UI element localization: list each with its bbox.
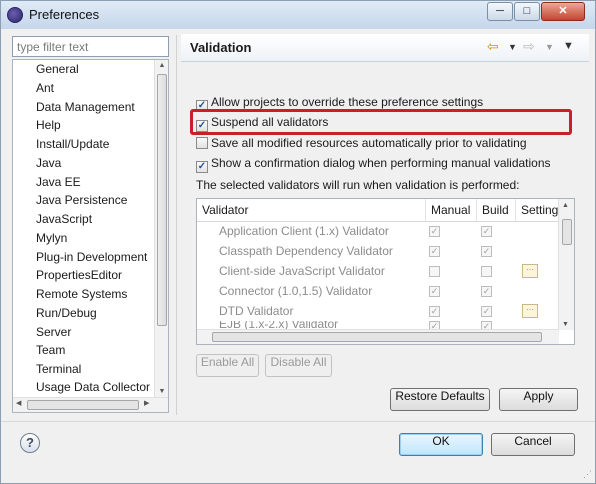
tree-item-data-management[interactable]: Data Management: [36, 100, 135, 114]
tree-item-java[interactable]: Java: [36, 156, 61, 170]
column-header-settings[interactable]: Settings: [516, 199, 559, 221]
forward-arrow-icon[interactable]: ⇨: [523, 38, 535, 55]
build-checkbox[interactable]: ✓: [481, 226, 492, 237]
tree-item-terminal[interactable]: Terminal: [36, 362, 81, 376]
save-resources-label: Save all modified resources automaticall…: [211, 136, 527, 150]
cancel-button[interactable]: Cancel: [491, 433, 575, 456]
ok-button[interactable]: OK: [399, 433, 483, 456]
column-header-build[interactable]: Build: [477, 199, 516, 221]
settings-ellipsis-icon[interactable]: ···: [522, 304, 538, 318]
table-row[interactable]: Connector (1.0,1.5) Validator ✓ ✓: [197, 282, 559, 302]
manual-checkbox[interactable]: ✓: [429, 286, 440, 297]
manual-checkbox[interactable]: ✓: [429, 226, 440, 237]
build-checkbox[interactable]: ✓: [481, 286, 492, 297]
confirmation-dialog-checkbox[interactable]: ✓: [196, 161, 208, 173]
tree-item-team[interactable]: Team: [36, 343, 65, 357]
tree-item-mylyn[interactable]: Mylyn: [36, 231, 67, 245]
tree-item-server[interactable]: Server: [36, 325, 71, 339]
tree-item-plugin-development[interactable]: Plug-in Development: [36, 250, 147, 264]
tree-vertical-scroll-thumb[interactable]: [157, 74, 167, 326]
window-title: Preferences: [29, 7, 100, 22]
table-row[interactable]: Client-side JavaScript Validator ···: [197, 262, 559, 282]
column-header-validator[interactable]: Validator: [197, 199, 426, 221]
confirmation-dialog-option[interactable]: ✓ Show a confirmation dialog when perform…: [196, 156, 551, 173]
table-horizontal-scroll-thumb[interactable]: [212, 332, 542, 342]
tree-item-help[interactable]: Help: [36, 118, 61, 132]
back-arrow-icon[interactable]: ⇦: [487, 38, 499, 55]
view-menu-icon[interactable]: ▼: [563, 40, 574, 52]
table-vertical-scroll-thumb[interactable]: [562, 219, 572, 245]
manual-checkbox[interactable]: ✓: [429, 246, 440, 257]
selected-validators-note: The selected validators will run when va…: [196, 178, 520, 192]
scroll-up-arrow-icon[interactable]: ▲: [155, 62, 168, 69]
scroll-up-arrow-icon[interactable]: ▲: [562, 202, 569, 209]
tree-item-ant[interactable]: Ant: [36, 81, 54, 95]
build-checkbox[interactable]: ✓: [481, 246, 492, 257]
restore-defaults-button[interactable]: Restore Defaults: [390, 388, 490, 411]
settings-ellipsis-icon[interactable]: ···: [522, 264, 538, 278]
validator-name: Application Client (1.x) Validator: [219, 224, 389, 238]
tree-item-javascript[interactable]: JavaScript: [36, 212, 92, 226]
tree-horizontal-scrollbar[interactable]: ◀ ▶: [13, 397, 168, 412]
scroll-down-arrow-icon[interactable]: ▼: [155, 388, 168, 395]
validator-name: Connector (1.0,1.5) Validator: [219, 284, 373, 298]
tree-horizontal-scroll-thumb[interactable]: [27, 400, 139, 410]
resize-grip-icon[interactable]: ⋰: [583, 469, 592, 480]
allow-override-label: Allow projects to override these prefere…: [211, 95, 484, 109]
save-resources-option[interactable]: Save all modified resources automaticall…: [196, 136, 527, 152]
scroll-right-arrow-icon[interactable]: ▶: [144, 399, 149, 407]
manual-checkbox[interactable]: ✓: [429, 306, 440, 317]
minimize-button[interactable]: ─: [487, 2, 513, 21]
tree-item-remote-systems[interactable]: Remote Systems: [36, 287, 127, 301]
footer-separator: [1, 421, 595, 422]
table-row[interactable]: Application Client (1.x) Validator ✓ ✓: [197, 222, 559, 242]
save-resources-checkbox[interactable]: [196, 137, 208, 149]
column-header-manual[interactable]: Manual: [426, 199, 477, 221]
tree-item-java-ee[interactable]: Java EE: [36, 175, 81, 189]
close-button[interactable]: ✕: [541, 2, 585, 21]
tree-vertical-scrollbar[interactable]: ▲ ▼: [154, 60, 168, 397]
build-checkbox[interactable]: [481, 266, 492, 277]
tree-item-properties-editor[interactable]: PropertiesEditor: [36, 268, 122, 282]
back-history-dropdown-icon[interactable]: ▼: [508, 42, 517, 52]
page-title: Validation: [190, 40, 252, 55]
help-icon[interactable]: ?: [20, 433, 40, 453]
maximize-button[interactable]: □: [514, 2, 540, 21]
confirmation-dialog-label: Show a confirmation dialog when performi…: [211, 156, 551, 170]
preference-tree: General Ant Data Management Help Install…: [12, 59, 169, 413]
tree-item-run-debug[interactable]: Run/Debug: [36, 306, 97, 320]
panel-divider[interactable]: [176, 35, 177, 415]
enable-all-button[interactable]: Enable All: [196, 354, 259, 377]
preferences-window: Preferences ─ □ ✕ General Ant Data Manag…: [0, 0, 596, 484]
disable-all-button[interactable]: Disable All: [265, 354, 332, 377]
validator-name: Client-side JavaScript Validator: [219, 264, 385, 278]
validator-name: DTD Validator: [219, 304, 294, 318]
validator-name: Classpath Dependency Validator: [219, 244, 393, 258]
manual-checkbox[interactable]: [429, 266, 440, 277]
eclipse-app-icon: [7, 7, 23, 23]
filter-input[interactable]: [12, 36, 169, 57]
validation-page: Validation ⇦ ▼ ⇨ ▼ ▼ ✓ Allow projects to …: [181, 34, 589, 417]
build-checkbox[interactable]: ✓: [481, 306, 492, 317]
title-bar: Preferences ─ □ ✕: [1, 1, 595, 29]
page-header: Validation ⇦ ▼ ⇨ ▼ ▼: [181, 34, 589, 62]
table-vertical-scrollbar[interactable]: ▲ ▼: [558, 199, 574, 330]
apply-button[interactable]: Apply: [499, 388, 578, 411]
tree-item-install-update[interactable]: Install/Update: [36, 137, 109, 151]
scroll-left-arrow-icon[interactable]: ◀: [16, 399, 21, 407]
scroll-down-arrow-icon[interactable]: ▼: [562, 321, 569, 328]
tree-item-usage-data-collector[interactable]: Usage Data Collector: [36, 380, 150, 394]
red-highlight-annotation: [190, 109, 572, 135]
table-row[interactable]: Classpath Dependency Validator ✓ ✓: [197, 242, 559, 262]
tree-item-general[interactable]: General: [36, 62, 79, 76]
validators-table: Validator Manual Build Settings Applicat…: [196, 198, 575, 345]
table-row[interactable]: DTD Validator ✓ ✓ ···: [197, 302, 559, 322]
table-horizontal-scrollbar[interactable]: [197, 329, 559, 344]
tree-item-java-persistence[interactable]: Java Persistence: [36, 193, 127, 207]
forward-history-dropdown-icon[interactable]: ▼: [545, 42, 554, 52]
